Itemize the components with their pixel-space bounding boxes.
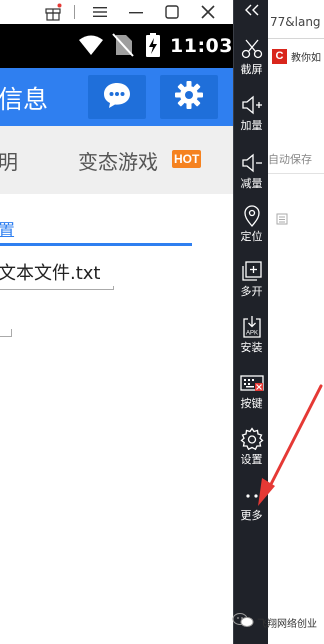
toolbar-label: 加量 (240, 119, 263, 132)
toolbar-label: 安装 (240, 341, 263, 354)
chat-bubble-icon (102, 81, 132, 113)
volume-down-icon (239, 150, 265, 176)
location-pin-icon (239, 203, 265, 229)
watermark: 飞翔网络创业 (232, 612, 317, 632)
toolbar-more-button[interactable]: 更多 (234, 482, 269, 523)
browser-tab[interactable]: C 教你如 (268, 44, 324, 68)
gift-icon[interactable] (40, 0, 66, 24)
toolbar-label: 截屏 (240, 63, 263, 76)
keyboard-icon (239, 370, 265, 396)
wifi-icon (78, 34, 104, 60)
apk-install-icon: APK (239, 314, 265, 340)
settings-link[interactable]: 置 (0, 216, 15, 241)
watermark-text: 飞翔网络创业 (257, 618, 317, 630)
tab-games[interactable]: 变态游戏 (78, 146, 158, 175)
gear-icon (239, 426, 265, 452)
toolbar-label: 按键 (240, 397, 263, 410)
autosave-status: 自动保存 (268, 153, 312, 166)
toolbar-screenshot-button[interactable]: 截屏 (234, 36, 269, 77)
more-dots-icon (239, 482, 265, 508)
emulator-title-bar (0, 0, 233, 24)
volume-up-icon (239, 92, 265, 118)
scissors-icon (239, 36, 265, 62)
status-clock: 11:03 (170, 35, 233, 57)
android-status-bar: 11:03 (0, 24, 233, 68)
toolbar-location-button[interactable]: 定位 (234, 203, 269, 244)
url-bar[interactable]: 77&lang (268, 15, 324, 35)
url-divider (268, 38, 324, 39)
no-sim-icon (112, 33, 134, 61)
close-icon[interactable] (196, 0, 220, 24)
emulator-side-toolbar: 截屏 加量 减量 定位 多开 APK 安装 按键 设置 更多 (233, 0, 268, 644)
wechat-logo-icon (232, 612, 254, 632)
field-border-small (0, 329, 12, 337)
multi-window-icon (239, 258, 265, 284)
double-chevron-left-icon (243, 1, 261, 20)
file-name-field[interactable]: 文本文件.txt (0, 259, 101, 285)
toolbar-label: 更多 (240, 509, 263, 522)
active-underline (0, 243, 192, 246)
toolbar-keymap-button[interactable]: 按键 (234, 370, 269, 411)
menu-icon[interactable] (88, 0, 112, 24)
hot-badge: HOT (172, 150, 202, 168)
tab-partial-left[interactable]: 明 (0, 146, 18, 175)
toolbar-label: 减量 (240, 177, 263, 190)
message-button[interactable] (88, 75, 146, 119)
maximize-icon[interactable] (160, 0, 184, 24)
minimize-icon[interactable] (124, 0, 148, 24)
tab-strip: 明 变态游戏 HOT (0, 126, 233, 194)
csdn-logo-icon: C (272, 48, 287, 64)
toolbar-settings-button[interactable]: 设置 (234, 426, 269, 467)
app-bar: 信息 (0, 68, 233, 126)
toolbar-install-apk-button[interactable]: APK 安装 (234, 314, 269, 355)
background-browser-window: 77&lang C 教你如 自动保存 (268, 0, 324, 644)
svg-text:APK: APK (245, 331, 257, 337)
collapse-toolbar-button[interactable] (234, 0, 269, 20)
editor-divider (268, 173, 324, 174)
settings-button[interactable] (160, 75, 218, 119)
android-emulator-window: 11:03 信息 明 变态游戏 HOT 置 文本文件.txt (0, 0, 233, 644)
app-title: 信息 (0, 85, 49, 114)
toolbar-label: 多开 (240, 285, 263, 298)
toolbar-label: 设置 (240, 453, 263, 466)
toolbar-multi-instance-button[interactable]: 多开 (234, 258, 269, 299)
document-icon[interactable] (276, 210, 288, 225)
toolbar-label: 定位 (240, 230, 263, 243)
battery-charging-icon (146, 33, 160, 61)
toolbar-volume-up-button[interactable]: 加量 (234, 92, 269, 133)
browser-tab-title: 教你如 (291, 52, 321, 64)
toolbar-volume-down-button[interactable]: 减量 (234, 150, 269, 191)
file-field-border (0, 286, 114, 290)
title-separator (72, 0, 76, 24)
gear-icon (174, 80, 204, 114)
